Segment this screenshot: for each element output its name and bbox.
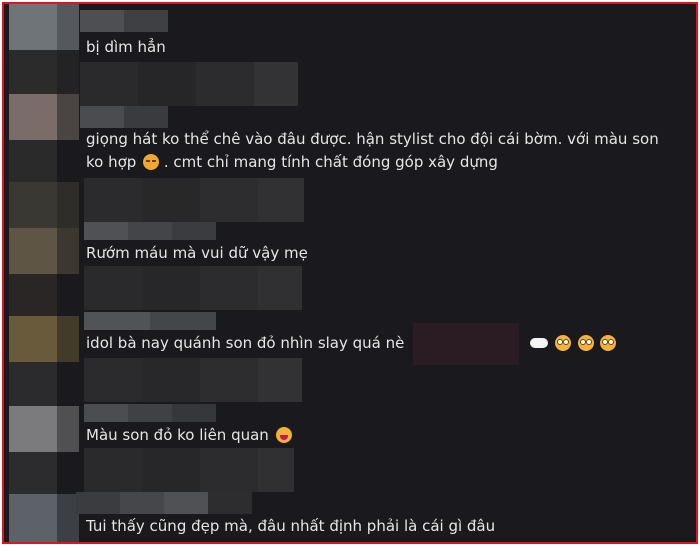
avatar [9,182,57,228]
avatar [9,94,57,140]
blurred-username [84,222,216,240]
blurred-block [80,62,298,106]
comment-text: bị dìm hẳn [86,38,166,56]
comment-text: giọng hát ko thể chê vào đâu được. hận s… [86,130,659,148]
avatar [9,452,57,494]
avatar [9,274,57,316]
comment-text: idol bà nay quánh son đỏ nhìn slay quá n… [86,322,617,365]
blurred-block [84,266,302,310]
blurred-block [84,448,294,492]
avatar [9,316,57,362]
blurred-username [84,404,216,422]
avatar [9,140,57,182]
avatar [9,406,57,452]
comment-text: Rướm máu mà vui dữ vậy mẹ [86,244,308,262]
blurred-block [84,178,304,222]
screenshot-frame: bị dìm hẳn giọng hát ko thể chê vào đâu … [2,2,698,544]
flushed-face-icon [577,335,594,351]
avatar [9,4,57,50]
comment-text: ko hợp . cmt chỉ mang tính chất đóng góp… [86,153,498,171]
avatar [9,228,57,274]
avatar [9,50,57,94]
redacted-block [413,322,520,365]
cloud-icon [529,338,548,348]
comment-text: Màu son đỏ ko liên quan [86,424,292,446]
flushed-face-icon [600,335,617,351]
blurred-username [80,10,168,32]
avatar [9,362,57,406]
blurred-block [84,358,302,402]
comment-text: Tui thấy cũng đẹp mà, đâu nhất định phải… [86,517,496,535]
blurred-username [80,106,168,128]
flushed-face-icon [554,335,571,351]
laughing-tears-icon [275,427,292,443]
avatar [9,494,57,542]
avatar-column [4,4,84,542]
blurred-username [76,492,252,514]
pensive-face-icon [143,154,160,170]
